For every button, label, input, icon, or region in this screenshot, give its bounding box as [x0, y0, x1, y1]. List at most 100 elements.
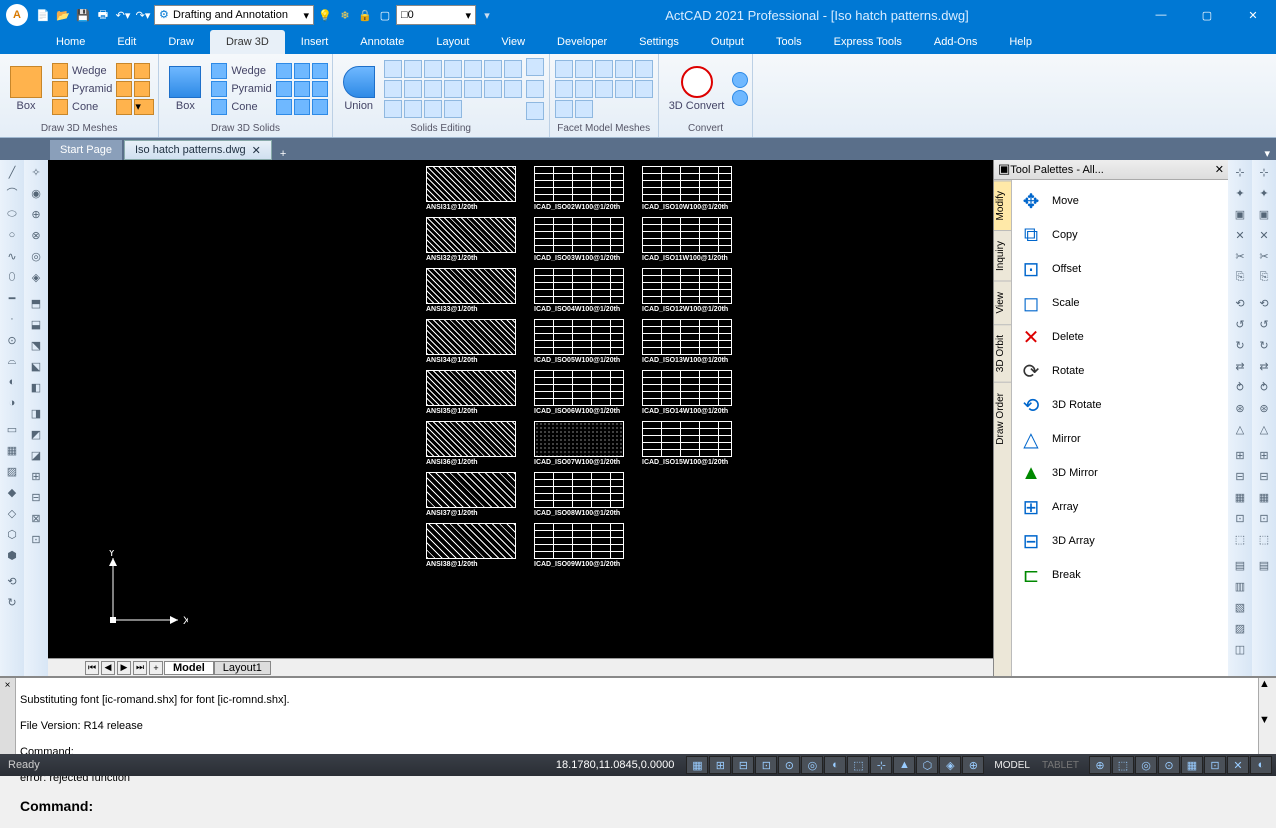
palette-item-3d-mirror[interactable]: ▲3D Mirror [1016, 456, 1224, 490]
toolbar-icon[interactable]: ✕ [1254, 225, 1274, 245]
toolbar-icon[interactable]: ▨ [1230, 618, 1250, 638]
toolbar-icon[interactable]: ∿ [2, 246, 22, 266]
toolbar-icon[interactable]: ▦ [1254, 487, 1274, 507]
toolbar-icon[interactable]: ⥁ [1230, 377, 1250, 397]
status-toggle-icon[interactable]: ⊞ [709, 756, 731, 774]
edit-icon[interactable] [526, 102, 544, 120]
toolbar-icon[interactable]: ⊟ [1254, 466, 1274, 486]
menu-help[interactable]: Help [993, 30, 1048, 54]
toolbar-icon[interactable]: ⬒ [26, 293, 46, 313]
status-toggle-icon[interactable]: ◐ [1250, 756, 1272, 774]
menu-home[interactable]: Home [40, 30, 101, 54]
toolbar-icon[interactable]: ↺ [1254, 314, 1274, 334]
palette-tab-inquiry[interactable]: Inquiry [994, 230, 1011, 281]
toolbar-icon[interactable]: ⊞ [1230, 445, 1250, 465]
status-toggle-icon[interactable]: ◈ [939, 756, 961, 774]
menu-annotate[interactable]: Annotate [344, 30, 420, 54]
toolbar-icon[interactable]: ▤ [1230, 555, 1250, 575]
undo-icon[interactable]: ↶▾ [114, 6, 132, 24]
toolbar-icon[interactable]: ⥁ [1254, 377, 1274, 397]
mesh-icon[interactable] [116, 99, 132, 115]
edit-icon[interactable] [526, 58, 544, 76]
tool-icon[interactable] [424, 60, 442, 78]
freeze-icon[interactable]: ❄ [336, 6, 354, 24]
toolbar-icon[interactable]: ⊕ [26, 204, 46, 224]
tool-icon[interactable] [484, 60, 502, 78]
toolbar-icon[interactable]: ✂ [1254, 246, 1274, 266]
menu-add-ons[interactable]: Add-Ons [918, 30, 993, 54]
toolbar-icon[interactable]: ◆ [2, 482, 22, 502]
toolbar-icon[interactable]: ⬔ [26, 335, 46, 355]
solid-icon[interactable] [294, 99, 310, 115]
toolbar-icon[interactable]: ⊙ [2, 330, 22, 350]
mesh-icon[interactable]: ▾ [134, 99, 154, 115]
prev-tab-icon[interactable]: ◀ [101, 661, 115, 675]
tool-icon[interactable] [504, 60, 522, 78]
palette-tab-modify[interactable]: Modify [994, 180, 1011, 230]
status-toggle-icon[interactable]: ⬡ [916, 756, 938, 774]
layout1-tab[interactable]: Layout1 [214, 661, 271, 675]
toolbar-icon[interactable]: ◈ [26, 267, 46, 287]
toolbar-icon[interactable]: ◎ [26, 246, 46, 266]
model-tab[interactable]: Model [164, 661, 214, 675]
toolbar-icon[interactable]: ◨ [26, 403, 46, 423]
add-tab-button[interactable]: + [274, 148, 292, 160]
lock-icon[interactable]: 🔒 [356, 6, 374, 24]
solid-icon[interactable] [294, 63, 310, 79]
toolbar-icon[interactable]: ⊡ [26, 529, 46, 549]
add-layout-icon[interactable]: + [149, 661, 163, 675]
tool-icon[interactable] [484, 80, 502, 98]
edit-icon[interactable] [526, 80, 544, 98]
palette-item-scale[interactable]: ◻Scale [1016, 286, 1224, 320]
toolbar-icon[interactable]: ▣ [1230, 204, 1250, 224]
toolbar-icon[interactable]: ⬢ [2, 545, 22, 565]
solid-icon[interactable] [312, 81, 328, 97]
palette-item-mirror[interactable]: △Mirror [1016, 422, 1224, 456]
status-toggle-icon[interactable]: ▦ [686, 756, 708, 774]
tool-icon[interactable] [444, 60, 462, 78]
tool-icon[interactable] [615, 60, 633, 78]
toolbar-icon[interactable]: ⟲ [2, 571, 22, 591]
status-toggle-icon[interactable]: ⊹ [870, 756, 892, 774]
toolbar-icon[interactable]: ⟲ [1230, 293, 1250, 313]
toolbar-icon[interactable]: ◑ [2, 393, 22, 413]
toolbar-icon[interactable]: ▧ [1230, 597, 1250, 617]
toolbar-icon[interactable]: ▭ [2, 419, 22, 439]
menu-edit[interactable]: Edit [101, 30, 152, 54]
convert-icon[interactable] [732, 90, 748, 106]
menu-tools[interactable]: Tools [760, 30, 818, 54]
toolbar-icon[interactable]: ▥ [1230, 576, 1250, 596]
box-solid-button[interactable]: Box [163, 64, 207, 114]
palette-item-delete[interactable]: ✕Delete [1016, 320, 1224, 354]
toolbar-icon[interactable]: ⊗ [26, 225, 46, 245]
tool-icon[interactable] [384, 60, 402, 78]
toolbar-icon[interactable]: ⌓ [2, 351, 22, 371]
palette-item-3d-array[interactable]: ⊟3D Array [1016, 524, 1224, 558]
maximize-button[interactable]: ▢ [1184, 0, 1230, 30]
toolbar-icon[interactable]: ⬓ [26, 314, 46, 334]
status-toggle-icon[interactable]: ✕ [1227, 756, 1249, 774]
toolbar-icon[interactable]: ✂ [1230, 246, 1250, 266]
mesh-icon[interactable] [116, 63, 132, 79]
close-tab-icon[interactable]: ✕ [252, 144, 261, 157]
tabs-menu-icon[interactable]: ▾ [1264, 147, 1270, 160]
cmd-close-icon[interactable]: × [0, 678, 16, 754]
box-mesh-button[interactable]: Box [4, 64, 48, 114]
status-toggle-icon[interactable]: ⊙ [1158, 756, 1180, 774]
menu-draw[interactable]: Draw [152, 30, 210, 54]
menu-view[interactable]: View [485, 30, 541, 54]
tool-icon[interactable] [384, 80, 402, 98]
status-toggle-icon[interactable]: ⬚ [1112, 756, 1134, 774]
toolbar-icon[interactable]: ◇ [2, 503, 22, 523]
status-toggle-icon[interactable]: ⊙ [778, 756, 800, 774]
toolbar-icon[interactable]: ⌒ [2, 183, 22, 203]
plot-icon[interactable]: ▢ [376, 6, 394, 24]
tool-icon[interactable] [504, 80, 522, 98]
tool-icon[interactable] [404, 60, 422, 78]
status-toggle-icon[interactable]: ⊕ [962, 756, 984, 774]
toolbar-icon[interactable]: ⬯ [2, 267, 22, 287]
toolbar-icon[interactable]: ↺ [1230, 314, 1250, 334]
toolbar-icon[interactable]: ⎘ [1254, 267, 1274, 287]
toolbar-icon[interactable]: ⊞ [1254, 445, 1274, 465]
pyramid-mesh-button[interactable]: Pyramid [50, 81, 114, 97]
